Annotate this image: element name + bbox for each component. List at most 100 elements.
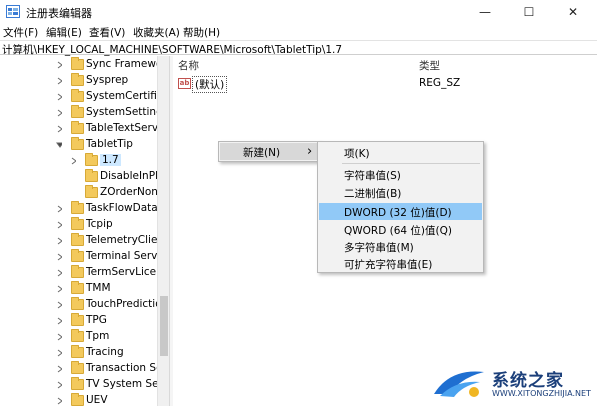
tree-item-label: Transaction Ser <box>86 362 158 374</box>
tree-item[interactable]: TelemetryClient <box>0 233 158 249</box>
watermark: 系统之家 WWW.XITONGZHIJIA.NET <box>430 360 597 406</box>
folder-icon <box>71 329 84 342</box>
folder-icon <box>85 185 98 198</box>
collapsed-chevron-icon[interactable] <box>56 237 62 245</box>
menu-item-expandable-string-value[interactable]: 可扩充字符串值(E) <box>344 257 432 272</box>
maximize-button[interactable]: ☐ <box>507 0 551 24</box>
column-header-type[interactable]: 类型 <box>419 58 440 73</box>
collapsed-chevron-icon[interactable] <box>56 109 62 117</box>
collapsed-chevron-icon[interactable] <box>56 93 62 101</box>
watermark-text: 系统之家 <box>492 371 564 391</box>
tree-item-label: TermServLicens <box>86 266 158 278</box>
tree-scrollbar[interactable] <box>157 56 169 406</box>
folder-icon <box>71 57 84 70</box>
collapsed-chevron-icon[interactable] <box>56 269 62 277</box>
tree-item[interactable]: ZOrderNonC <box>0 185 158 201</box>
address-bar[interactable]: 计算机\HKEY_LOCAL_MACHINE\SOFTWARE\Microsof… <box>0 40 597 56</box>
pane-splitter[interactable] <box>169 56 173 406</box>
collapsed-chevron-icon[interactable] <box>56 301 62 309</box>
collapsed-chevron-icon[interactable] <box>56 253 62 261</box>
tree-scrollbar-thumb[interactable] <box>160 296 168 356</box>
tree-item[interactable]: TV System Serv <box>0 377 158 393</box>
tree-item[interactable]: Sync Framework <box>0 57 158 73</box>
context-menu: 新建(N) › <box>218 141 321 162</box>
minimize-button[interactable]: — <box>463 0 507 24</box>
folder-icon <box>71 265 84 278</box>
folder-icon <box>71 73 84 86</box>
tree-item-label: SystemCertificates <box>86 90 158 102</box>
tree-item[interactable]: 1.7 <box>0 153 158 169</box>
tree-item[interactable]: SystemCertificates <box>0 89 158 105</box>
tree-item[interactable]: TouchPrediction <box>0 297 158 313</box>
tree-item-label: Tcpip <box>86 218 113 230</box>
close-button[interactable]: ✕ <box>551 0 595 24</box>
tree-item[interactable]: DisableInPla <box>0 169 158 185</box>
collapsed-chevron-icon[interactable] <box>56 221 62 229</box>
tree-item[interactable]: Tpm <box>0 329 158 345</box>
folder-icon <box>71 233 84 246</box>
menu-help[interactable]: 帮助(H) <box>183 25 220 40</box>
menu-item-string-value[interactable]: 字符串值(S) <box>344 168 401 183</box>
collapsed-chevron-icon[interactable] <box>56 381 62 389</box>
tree-item-label: Tpm <box>86 330 110 342</box>
collapsed-chevron-icon[interactable] <box>56 61 62 69</box>
folder-icon <box>71 249 84 262</box>
menu-item-dword-value[interactable]: DWORD (32 位)值(D) <box>344 205 452 220</box>
tree-item[interactable]: TMM <box>0 281 158 297</box>
menu-item-binary-value[interactable]: 二进制值(B) <box>344 186 401 201</box>
tree-item[interactable]: Transaction Ser <box>0 361 158 377</box>
expanded-chevron-icon[interactable] <box>56 141 62 149</box>
collapsed-chevron-icon[interactable] <box>56 365 62 373</box>
collapsed-chevron-icon[interactable] <box>56 285 62 293</box>
folder-icon <box>71 201 84 214</box>
tree-item[interactable]: Terminal Server <box>0 249 158 265</box>
folder-icon <box>71 105 84 118</box>
collapsed-chevron-icon[interactable] <box>56 349 62 357</box>
tree-item[interactable]: TermServLicens <box>0 265 158 281</box>
menu-item-new[interactable]: 新建(N) <box>243 145 280 160</box>
menu-file[interactable]: 文件(F) <box>3 25 38 40</box>
collapsed-chevron-icon[interactable] <box>56 77 62 85</box>
tree-item[interactable]: TableTextService <box>0 121 158 137</box>
tree-item-label: SystemSettings <box>86 106 158 118</box>
tree-item-label: TMM <box>86 282 111 294</box>
tree-item-label: TelemetryClient <box>86 234 158 246</box>
folder-icon <box>85 169 98 182</box>
registry-tree: Sync Framework Sysprep SystemCertificates S… <box>0 56 158 406</box>
collapsed-chevron-icon[interactable] <box>56 317 62 325</box>
tree-item-label: Terminal Server <box>86 250 158 262</box>
tree-item[interactable]: TaskFlowDataEr <box>0 201 158 217</box>
tree-item-label: TPG <box>86 314 107 326</box>
tree-item-label: UEV <box>86 394 108 406</box>
tree-item-label: Sync Framework <box>86 58 158 70</box>
collapsed-chevron-icon[interactable] <box>56 333 62 341</box>
tree-item[interactable]: TabletTip <box>0 137 158 153</box>
folder-icon <box>71 345 84 358</box>
folder-icon <box>85 153 98 166</box>
menu-edit[interactable]: 编辑(E) <box>46 25 82 40</box>
tree-item-label: DisableInPla <box>100 170 158 182</box>
folder-icon <box>71 121 84 134</box>
tree-item[interactable]: UEV <box>0 393 158 406</box>
tree-item-label: TouchPrediction <box>86 298 158 310</box>
column-header-name[interactable]: 名称 <box>178 58 199 73</box>
collapsed-chevron-icon[interactable] <box>56 397 62 405</box>
tree-item[interactable]: Tracing <box>0 345 158 361</box>
menu-item-multi-string-value[interactable]: 多字符串值(M) <box>344 240 414 255</box>
menu-item-key[interactable]: 项(K) <box>344 146 370 161</box>
submenu-arrow-icon: › <box>307 144 313 159</box>
collapsed-chevron-icon[interactable] <box>70 157 76 165</box>
value-name-default[interactable]: (默认) <box>192 76 228 93</box>
tree-item[interactable]: SystemSettings <box>0 105 158 121</box>
menu-favorites[interactable]: 收藏夹(A) <box>133 25 180 40</box>
folder-icon <box>71 313 84 326</box>
menu-item-qword-value[interactable]: QWORD (64 位)值(Q) <box>344 223 452 238</box>
tree-item-label: ZOrderNonC <box>100 186 158 198</box>
menu-view[interactable]: 查看(V) <box>89 25 125 40</box>
tree-item[interactable]: Tcpip <box>0 217 158 233</box>
collapsed-chevron-icon[interactable] <box>56 125 62 133</box>
collapsed-chevron-icon[interactable] <box>56 205 62 213</box>
tree-item-label: TV System Serv <box>86 378 158 390</box>
tree-item[interactable]: TPG <box>0 313 158 329</box>
tree-item[interactable]: Sysprep <box>0 73 158 89</box>
